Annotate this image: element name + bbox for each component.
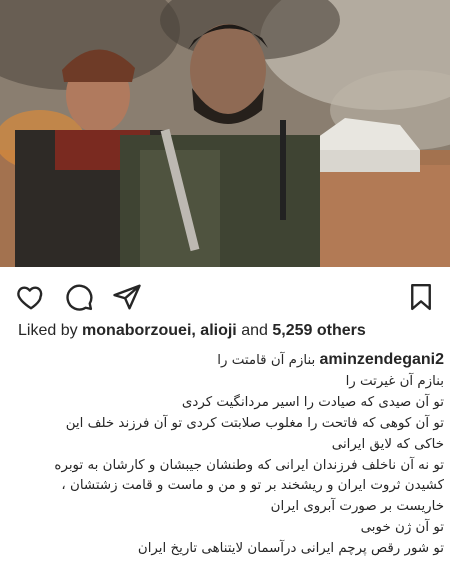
likes-separator: , [191, 322, 196, 339]
liked-by-user-link[interactable]: alioji [200, 322, 236, 339]
likes-count-link[interactable]: 5,259 others [272, 322, 365, 339]
post-photo-illustration [0, 0, 450, 267]
bookmark-icon [411, 283, 431, 311]
caption-line: کشیدن ثروت ایران و ریشخند بر تو و من و م… [61, 478, 444, 494]
post-caption: aminzendegani2 بنازم آن قامتت را بنازم آ… [4, 350, 444, 560]
caption-line: تو آن صیدی که صیادت را اسیر مردانگیت کرد… [181, 394, 444, 410]
liked-by-user-link[interactable]: monaborzouei [82, 322, 191, 339]
caption-line: بنازم آن غیرتت را [345, 373, 444, 389]
heart-icon [17, 286, 43, 310]
likes-prefix: Liked by [18, 322, 78, 339]
author-username-link[interactable]: aminzendegani2 [320, 351, 444, 368]
send-icon [113, 284, 141, 310]
likes-middle: and [241, 322, 268, 339]
comment-icon [66, 284, 93, 311]
caption-line: خاریست بر صورت آبروی ایران [270, 499, 444, 515]
likes-summary: Liked by monaborzouei, alioji and 5,259 … [18, 322, 366, 340]
caption-text: بنازم آن قامتت را [217, 353, 316, 368]
comment-button[interactable] [62, 280, 96, 314]
caption-line: تو نه آن ناخلف فرزندان ایرانی که وطنشان … [54, 457, 444, 473]
share-button[interactable] [110, 280, 144, 314]
caption-line: تو آن ژن خوبی [360, 520, 444, 536]
post-actions [0, 274, 450, 318]
caption-first-line: aminzendegani2 بنازم آن قامتت را [4, 350, 444, 372]
caption-line: تو شور رقص پرچم ایرانی درآسمان لایتناهی … [137, 541, 444, 557]
caption-line: خاکی که لایق ایرانی [331, 436, 444, 452]
caption-line: تو آن کوهی که فاتحت را مغلوب صلابتت کردی… [65, 415, 444, 431]
save-button[interactable] [404, 280, 438, 314]
like-button[interactable] [14, 280, 48, 314]
post-photo[interactable] [0, 0, 450, 267]
